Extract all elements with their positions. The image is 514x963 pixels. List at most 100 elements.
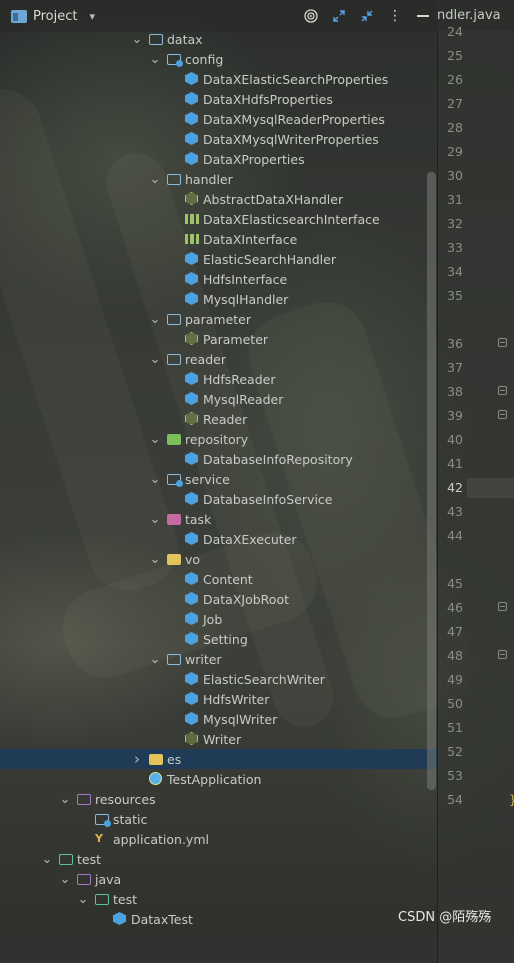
tree-file-HdfsReader[interactable]: HdfsReader	[0, 369, 437, 389]
tree-item-label: DataXElasticSearchProperties	[203, 71, 389, 87]
tree-file-DataXExecuter[interactable]: DataXExecuter	[0, 529, 437, 549]
tree-file-Content[interactable]: Content	[0, 569, 437, 589]
chevron-down-icon[interactable]: ⌄	[149, 169, 161, 189]
line-number: 43	[447, 504, 463, 519]
chevron-down-icon[interactable]: ⌄	[77, 889, 89, 909]
tree-file-DataXInterface[interactable]: DataXInterface	[0, 229, 437, 249]
tree-folder-service[interactable]: ⌄ service	[0, 469, 437, 489]
test-package-folder-icon	[95, 892, 109, 906]
vo-folder-icon	[167, 552, 181, 566]
tree-file-ElasticSearchWriter[interactable]: ElasticSearchWriter	[0, 669, 437, 689]
tree-folder-reader[interactable]: ⌄ reader	[0, 349, 437, 369]
tree-item-label: config	[185, 51, 224, 67]
tree-file-MysqlHandler[interactable]: MysqlHandler	[0, 289, 437, 309]
chevron-down-icon[interactable]: ⌄	[59, 789, 71, 809]
class-icon	[185, 252, 199, 266]
tree-file-Job[interactable]: Job	[0, 609, 437, 629]
tree-file-application.yml[interactable]: Yapplication.yml	[0, 829, 437, 849]
chevron-down-icon[interactable]: ⌄	[149, 309, 161, 329]
abstract-class-icon	[185, 732, 199, 746]
tree-item-label: DataXElasticsearchInterface	[203, 211, 380, 227]
chevron-down-icon[interactable]: ⌄	[149, 349, 161, 369]
folder-icon	[167, 352, 181, 366]
abstract-class-icon	[185, 192, 199, 206]
chevron-down-icon[interactable]: ⌄	[149, 549, 161, 569]
tree-item-label: resources	[95, 791, 156, 807]
line-number: 53	[447, 768, 463, 783]
tree-file-ElasticSearchHandler[interactable]: ElasticSearchHandler	[0, 249, 437, 269]
tree-item-label: AbstractDataXHandler	[203, 191, 344, 207]
tree-item-label: MysqlReader	[203, 391, 284, 407]
tree-file-HdfsInterface[interactable]: HdfsInterface	[0, 269, 437, 289]
tree-folder-writer[interactable]: ⌄ writer	[0, 649, 437, 669]
expand-all-icon[interactable]	[331, 8, 347, 24]
tree-file-TestApplication[interactable]: TestApplication	[0, 769, 437, 789]
tree-file-DataXProperties[interactable]: DataXProperties	[0, 149, 437, 169]
tree-file-DataXMysqlReaderProperties[interactable]: DataXMysqlReaderProperties	[0, 109, 437, 129]
chevron-down-icon[interactable]: ⌄	[131, 29, 143, 49]
config-folder-icon	[167, 52, 183, 67]
tree-folder-test[interactable]: ⌄ test	[0, 849, 437, 869]
chevron-down-icon[interactable]: ⌄	[149, 509, 161, 529]
tree-folder-parameter[interactable]: ⌄ parameter	[0, 309, 437, 329]
class-icon	[185, 132, 199, 146]
fold-marker-icon[interactable]	[498, 386, 507, 395]
tree-scrollbar[interactable]	[427, 172, 436, 790]
tree-folder-java[interactable]: ⌄ java	[0, 869, 437, 889]
hide-panel-icon[interactable]	[415, 8, 431, 24]
tree-folder-resources[interactable]: ⌄ resources	[0, 789, 437, 809]
chevron-down-icon[interactable]: ▾	[89, 10, 95, 23]
project-toolbar: Project ▾ ⋮	[0, 0, 437, 32]
tree-file-DataXJobRoot[interactable]: DataXJobRoot	[0, 589, 437, 609]
chevron-down-icon[interactable]: ⌄	[149, 469, 161, 489]
tree-folder-es[interactable]: › es	[0, 749, 437, 769]
chevron-down-icon[interactable]: ⌄	[149, 429, 161, 449]
chevron-down-icon[interactable]: ⌄	[149, 49, 161, 69]
tree-file-DataXElasticsearchInterface[interactable]: DataXElasticsearchInterface	[0, 209, 437, 229]
tree-folder-test[interactable]: ⌄ test	[0, 889, 437, 909]
tree-folder-static[interactable]: static	[0, 809, 437, 829]
tree-file-HdfsWriter[interactable]: HdfsWriter	[0, 689, 437, 709]
fold-marker-icon[interactable]	[498, 650, 507, 659]
tree-file-MysqlReader[interactable]: MysqlReader	[0, 389, 437, 409]
tree-folder-task[interactable]: ⌄ task	[0, 509, 437, 529]
more-options-icon[interactable]: ⋮	[387, 8, 403, 24]
class-icon	[185, 152, 199, 166]
tree-file-Writer[interactable]: Writer	[0, 729, 437, 749]
tree-folder-datax[interactable]: ⌄ datax	[0, 29, 437, 49]
tree-folder-config[interactable]: ⌄ config	[0, 49, 437, 69]
tree-item-label: java	[95, 871, 122, 887]
chevron-down-icon[interactable]: ⌄	[41, 849, 53, 869]
tree-file-DataXElasticSearchProperties[interactable]: DataXElasticSearchProperties	[0, 69, 437, 89]
tree-folder-handler[interactable]: ⌄ handler	[0, 169, 437, 189]
chevron-right-icon[interactable]: ›	[131, 749, 143, 769]
tree-file-DatabaseInfoService[interactable]: DatabaseInfoService	[0, 489, 437, 509]
tree-item-label: MysqlWriter	[203, 711, 278, 727]
tree-folder-repository[interactable]: ⌄ repository	[0, 429, 437, 449]
fold-marker-icon[interactable]	[498, 602, 507, 611]
locate-target-icon[interactable]	[303, 8, 319, 24]
chevron-down-icon[interactable]: ⌄	[149, 649, 161, 669]
tree-file-DatabaseInfoRepository[interactable]: DatabaseInfoRepository	[0, 449, 437, 469]
class-icon	[185, 612, 199, 626]
fold-marker-icon[interactable]	[498, 338, 507, 347]
tree-file-AbstractDataXHandler[interactable]: AbstractDataXHandler	[0, 189, 437, 209]
tree-file-Reader[interactable]: Reader	[0, 409, 437, 429]
tree-item-label: es	[167, 751, 182, 767]
tree-item-label: DataXMysqlWriterProperties	[203, 131, 379, 147]
tree-folder-vo[interactable]: ⌄ vo	[0, 549, 437, 569]
tree-file-DataXHdfsProperties[interactable]: DataXHdfsProperties	[0, 89, 437, 109]
tree-item-label: test	[113, 891, 138, 907]
fold-marker-icon[interactable]	[498, 410, 507, 419]
chevron-down-icon[interactable]: ⌄	[59, 869, 71, 889]
project-view-selector[interactable]: Project	[33, 9, 77, 24]
tree-file-MysqlWriter[interactable]: MysqlWriter	[0, 709, 437, 729]
tree-file-Setting[interactable]: Setting	[0, 629, 437, 649]
tree-item-label: DataXExecuter	[203, 531, 297, 547]
tree-file-Parameter[interactable]: Parameter	[0, 329, 437, 349]
line-number: 49	[447, 672, 463, 687]
tree-file-DataxTest[interactable]: DataxTest	[0, 909, 437, 929]
tree-file-DataXMysqlWriterProperties[interactable]: DataXMysqlWriterProperties	[0, 129, 437, 149]
editor-tab-title: ndler.java	[437, 7, 501, 23]
collapse-all-icon[interactable]	[359, 8, 375, 24]
